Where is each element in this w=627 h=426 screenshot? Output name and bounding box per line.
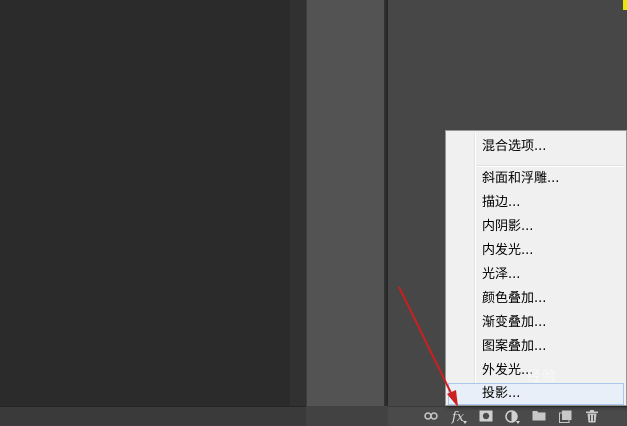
menu-item-satin[interactable]: 光泽... (448, 264, 624, 286)
menu-item-blending-options[interactable]: 混合选项... (448, 136, 624, 158)
menu-item-bevel-emboss[interactable]: 斜面和浮雕... (448, 168, 624, 190)
trash-icon[interactable] (583, 409, 601, 425)
menu-item-gradient-overlay[interactable]: 渐变叠加... (448, 312, 624, 334)
dropdown-arrow-icon (463, 421, 467, 424)
mask-icon[interactable] (477, 409, 495, 425)
fx-icon[interactable]: fx (449, 409, 467, 425)
highlight-marker-top (623, 0, 627, 10)
layer-style-menu: 混合选项... 斜面和浮雕... 描边... 内阴影... 内发光... 光泽.… (445, 130, 627, 406)
dropdown-arrow-icon (516, 421, 520, 424)
menu-item-inner-glow[interactable]: 内发光... (448, 240, 624, 262)
link-icon[interactable] (422, 409, 440, 425)
watermark: 经验 (527, 369, 557, 385)
middle-panel (306, 0, 386, 406)
menu-item-stroke[interactable]: 描边... (448, 192, 624, 214)
new-layer-icon[interactable] (556, 409, 574, 425)
canvas-area (0, 0, 290, 406)
menu-item-drop-shadow[interactable]: 投影... (448, 383, 624, 405)
canvas-scroll-edge (290, 0, 306, 406)
folder-icon[interactable] (530, 409, 548, 425)
menu-item-color-overlay[interactable]: 颜色叠加... (448, 288, 624, 310)
status-bar-mid (306, 406, 388, 426)
layers-toolbar: fx (388, 406, 627, 426)
menu-item-inner-shadow[interactable]: 内阴影... (448, 216, 624, 238)
menu-separator (477, 165, 624, 167)
menu-item-pattern-overlay[interactable]: 图案叠加... (448, 336, 624, 358)
status-bar (0, 406, 306, 426)
adjustment-icon[interactable] (502, 409, 520, 425)
